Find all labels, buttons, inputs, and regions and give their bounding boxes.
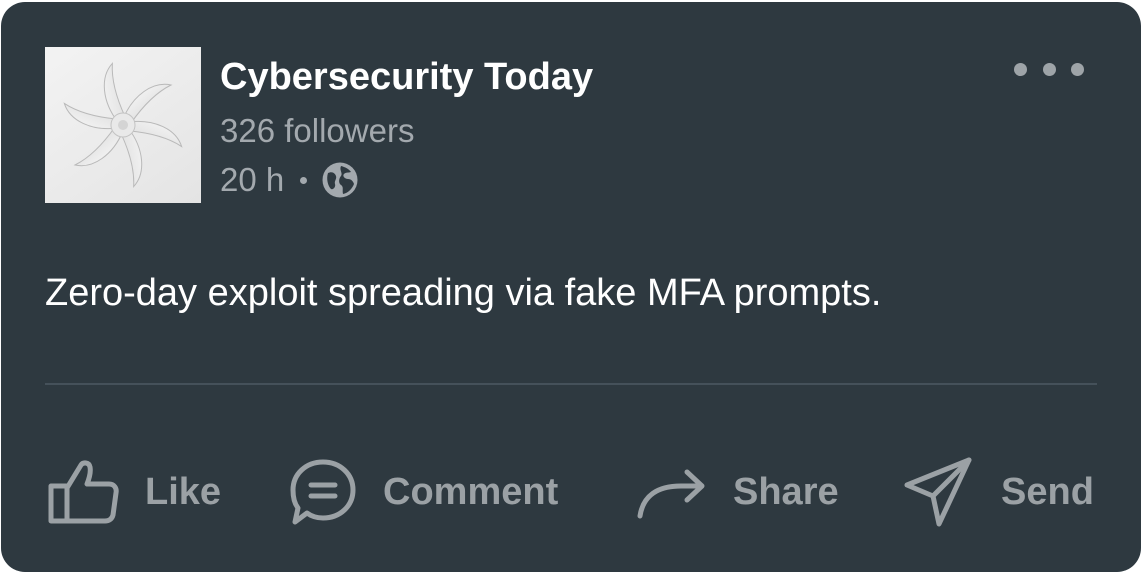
comment-bubble-icon [290, 459, 356, 525]
post-card: Cybersecurity Today 326 followers 20 h Z… [1, 2, 1141, 572]
like-label: Like [145, 470, 222, 513]
divider [45, 383, 1097, 385]
page-name[interactable]: Cybersecurity Today [220, 56, 593, 99]
send-label: Send [1001, 470, 1094, 513]
paper-plane-icon [904, 457, 972, 527]
post-meta: 20 h [220, 160, 359, 200]
thumbs-up-icon [48, 460, 119, 524]
comment-label: Comment [383, 470, 559, 513]
share-arrow-icon [637, 469, 705, 519]
more-dot [1042, 62, 1056, 76]
share-label: Share [733, 470, 839, 513]
follower-count: 326 followers [220, 112, 415, 149]
post-time: 20 h [220, 161, 285, 198]
more-options-button[interactable] [1014, 54, 1084, 84]
like-button[interactable]: Like [47, 447, 221, 537]
send-button[interactable]: Send [903, 447, 1094, 537]
separator-dot [300, 176, 308, 184]
more-horizontal-icon [1014, 62, 1027, 76]
spiral-flower-logo-icon [63, 62, 183, 188]
page-logo[interactable] [45, 47, 201, 203]
more-dot [1071, 62, 1084, 76]
globe-icon [322, 162, 358, 198]
comment-button[interactable]: Comment [289, 447, 558, 537]
share-button[interactable]: Share [635, 447, 839, 537]
post-text: Zero-day exploit spreading via fake MFA … [45, 272, 882, 314]
